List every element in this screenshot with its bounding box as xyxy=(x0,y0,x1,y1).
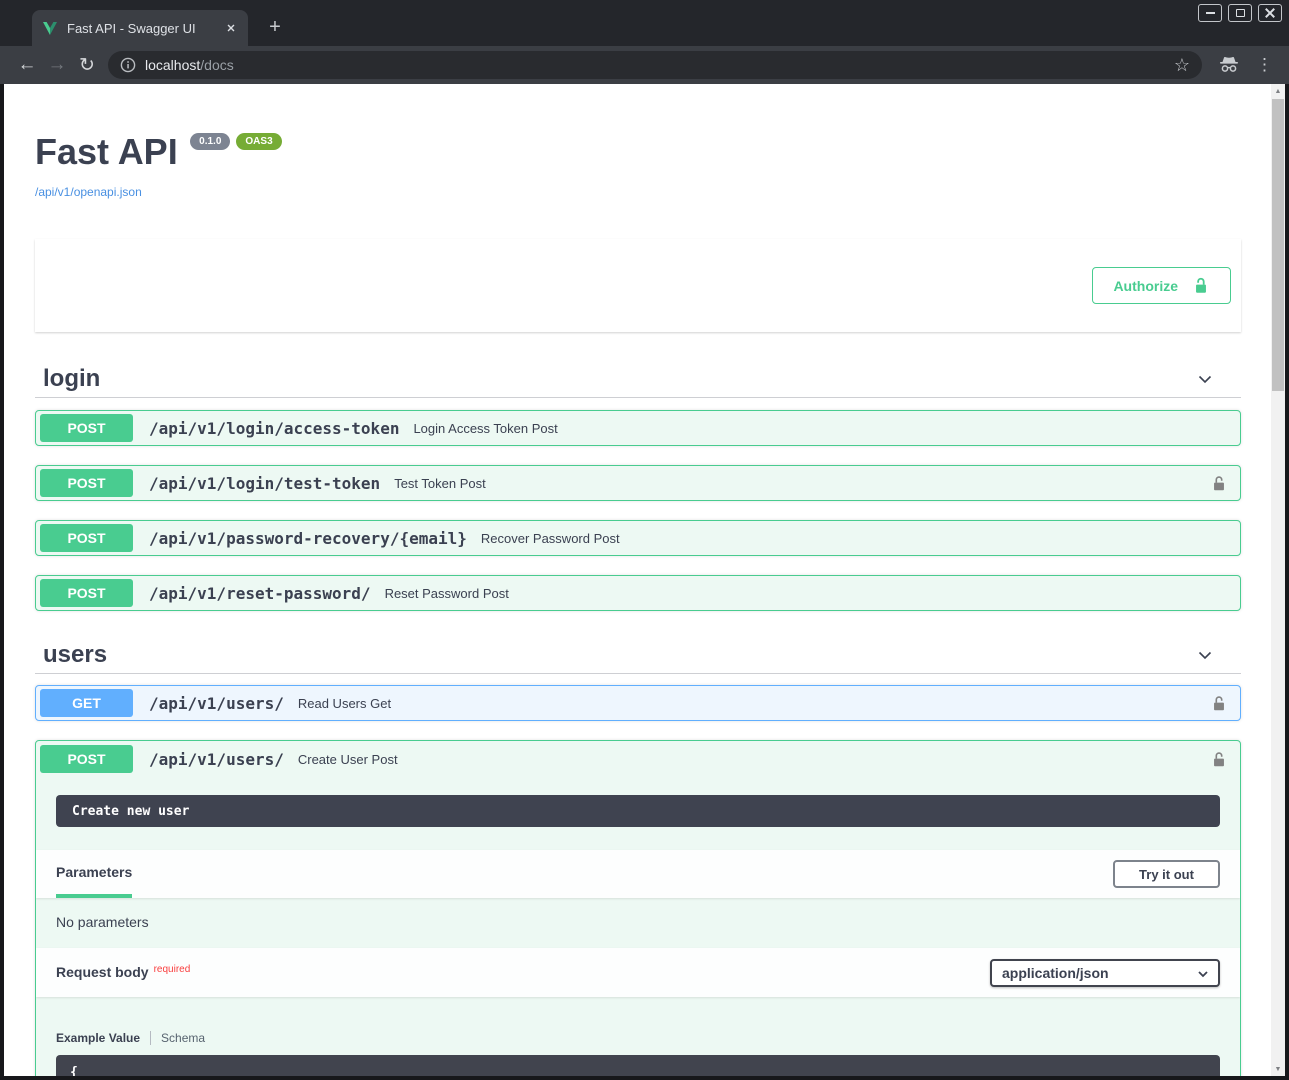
endpoint-row[interactable]: GET /api/v1/users/ Read Users Get xyxy=(35,685,1241,721)
endpoint-path: /api/v1/login/test-token xyxy=(149,474,380,493)
tab-schema[interactable]: Schema xyxy=(161,1031,205,1045)
openapi-spec-link[interactable]: /api/v1/openapi.json xyxy=(35,185,1241,199)
chevron-down-icon xyxy=(1196,967,1210,984)
authorize-label: Authorize xyxy=(1113,278,1178,294)
endpoint-summary: Reset Password Post xyxy=(385,586,509,601)
endpoint-path: /api/v1/login/access-token xyxy=(149,419,399,438)
expanded-endpoint: POST /api/v1/users/ Create User Post Cre… xyxy=(35,740,1241,1076)
window-controls xyxy=(1198,4,1282,22)
parameters-title: Parameters xyxy=(56,850,132,898)
tab-separator xyxy=(150,1031,151,1045)
incognito-icon xyxy=(1218,55,1240,75)
method-badge: POST xyxy=(40,414,133,442)
api-info: Fast API 0.1.0 OAS3 /api/v1/openapi.json xyxy=(35,131,1241,199)
browser-menu-icon[interactable]: ⋮ xyxy=(1250,55,1279,75)
url-bar[interactable]: localhost/docs ☆ xyxy=(108,51,1202,79)
tag-header-users[interactable]: users xyxy=(35,633,1241,674)
reload-icon[interactable]: ↻ xyxy=(72,50,102,80)
favicon-icon xyxy=(42,21,58,36)
unlock-icon xyxy=(1192,276,1210,295)
maximize-button[interactable] xyxy=(1228,4,1252,22)
parameters-header: Parameters Try it out xyxy=(36,850,1240,898)
new-tab-button[interactable]: + xyxy=(262,14,288,40)
version-badge: 0.1.0 xyxy=(190,133,230,150)
method-badge: GET xyxy=(40,689,133,717)
endpoint-row[interactable]: POST /api/v1/reset-password/ Reset Passw… xyxy=(35,575,1241,611)
forward-icon[interactable]: → xyxy=(42,50,72,80)
auth-lock-icon[interactable] xyxy=(1210,694,1230,713)
chevron-down-icon[interactable] xyxy=(1195,645,1215,665)
method-badge: POST xyxy=(40,579,133,607)
endpoint-summary: Create User Post xyxy=(298,752,398,767)
request-body-label: Request body xyxy=(56,964,149,980)
method-badge: POST xyxy=(40,524,133,552)
endpoint-row[interactable]: POST /api/v1/login/access-token Login Ac… xyxy=(35,410,1241,446)
scroll-down-icon[interactable]: ▼ xyxy=(1271,1062,1285,1076)
endpoint-row[interactable]: POST /api/v1/login/test-token Test Token… xyxy=(35,465,1241,501)
scheme-container: Authorize xyxy=(35,239,1241,332)
oas3-badge: OAS3 xyxy=(236,133,281,150)
endpoint-path: /api/v1/password-recovery/{email} xyxy=(149,529,467,548)
chevron-down-icon[interactable] xyxy=(1195,369,1215,389)
example-code-block[interactable]: { xyxy=(56,1055,1220,1076)
tab-title: Fast API - Swagger UI xyxy=(67,21,222,36)
scroll-up-icon[interactable]: ▲ xyxy=(1271,84,1285,98)
endpoint-path: /api/v1/reset-password/ xyxy=(149,584,371,603)
page-content: Fast API 0.1.0 OAS3 /api/v1/openapi.json… xyxy=(4,84,1285,1076)
endpoint-row[interactable]: POST /api/v1/users/ Create User Post xyxy=(36,741,1240,777)
auth-lock-icon[interactable] xyxy=(1210,750,1230,769)
content-type-value: application/json xyxy=(1002,965,1109,981)
tab-example-value[interactable]: Example Value xyxy=(56,1031,140,1045)
example-section: Example Value Schema { xyxy=(36,997,1240,1076)
endpoint-row[interactable]: POST /api/v1/password-recovery/{email} R… xyxy=(35,520,1241,556)
minimize-button[interactable] xyxy=(1198,4,1222,22)
no-parameters-text: No parameters xyxy=(36,898,1240,948)
tag-name: users xyxy=(43,641,107,669)
site-info-icon[interactable] xyxy=(120,57,136,73)
url-host: localhost xyxy=(145,57,200,73)
endpoint-summary: Recover Password Post xyxy=(481,531,620,546)
endpoint-summary: Test Token Post xyxy=(394,476,486,491)
auth-lock-icon[interactable] xyxy=(1210,474,1230,493)
required-label: required xyxy=(154,964,191,975)
login-operations: POST /api/v1/login/access-token Login Ac… xyxy=(35,410,1241,611)
browser-toolbar: ← → ↻ localhost/docs ☆ xyxy=(0,46,1289,84)
titlebar: Fast API - Swagger UI + xyxy=(0,0,1289,46)
users-operations: GET /api/v1/users/ Read Users Get POST /… xyxy=(35,685,1241,1076)
scrollbar-thumb[interactable] xyxy=(1272,99,1284,391)
endpoint-summary: Login Access Token Post xyxy=(413,421,557,436)
close-button[interactable] xyxy=(1258,4,1282,22)
page-title: Fast API xyxy=(35,131,178,172)
page-scrollbar[interactable]: ▲ ▼ xyxy=(1271,84,1285,1076)
authorize-button[interactable]: Authorize xyxy=(1092,267,1231,304)
endpoint-summary: Read Users Get xyxy=(298,696,391,711)
back-icon[interactable]: ← xyxy=(12,50,42,80)
try-it-out-button[interactable]: Try it out xyxy=(1113,860,1220,888)
method-badge: POST xyxy=(40,469,133,497)
browser-tab[interactable]: Fast API - Swagger UI xyxy=(32,10,248,46)
tab-close-icon[interactable] xyxy=(222,19,240,37)
request-body-header: Request body required application/json xyxy=(36,948,1240,997)
operation-description: Create new user xyxy=(56,795,1220,827)
content-type-select[interactable]: application/json xyxy=(990,959,1220,987)
tag-header-login[interactable]: login xyxy=(35,357,1241,398)
endpoint-path: /api/v1/users/ xyxy=(149,750,284,769)
url-path: /docs xyxy=(200,57,233,73)
browser-window: Fast API - Swagger UI + ← → ↻ xyxy=(0,0,1289,1080)
endpoint-path: /api/v1/users/ xyxy=(149,694,284,713)
tag-name: login xyxy=(43,365,100,393)
method-badge: POST xyxy=(40,745,133,773)
bookmark-star-icon[interactable]: ☆ xyxy=(1168,55,1196,76)
